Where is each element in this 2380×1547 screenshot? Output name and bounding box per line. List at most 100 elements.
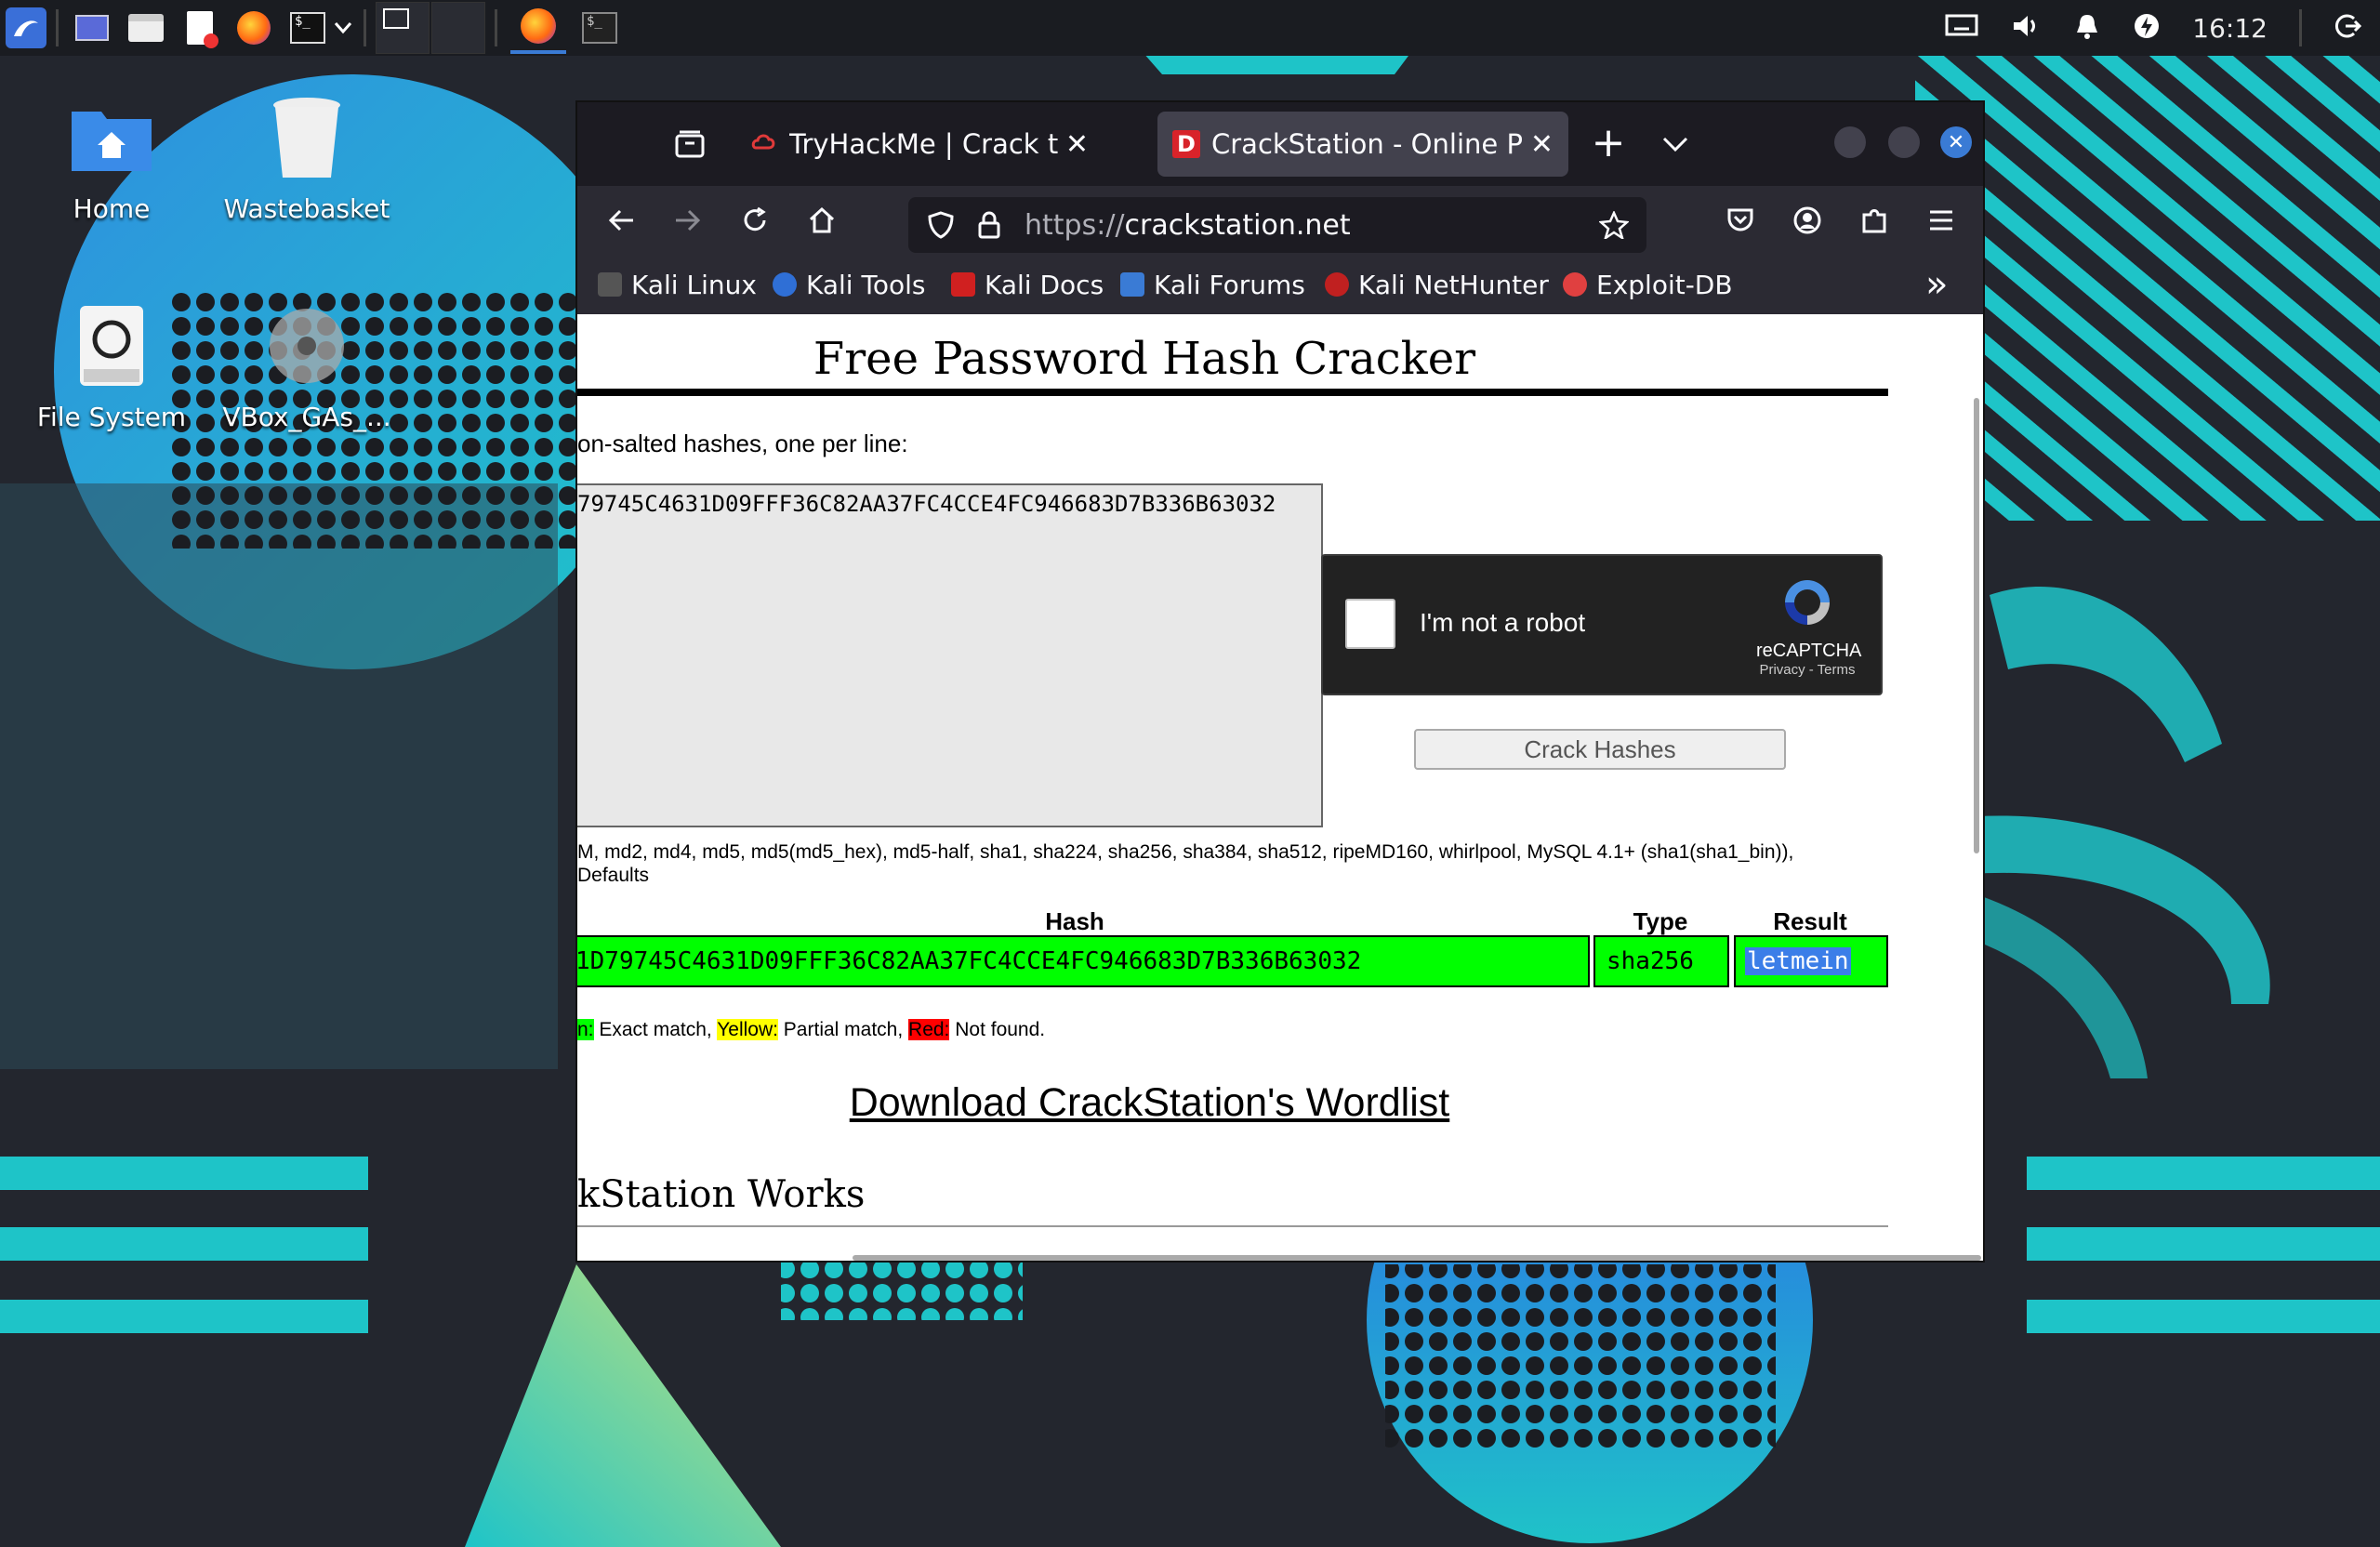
minimize-button[interactable]	[1834, 126, 1866, 158]
extensions-icon[interactable]	[1851, 197, 1897, 244]
desktop-icon-home[interactable]: Home	[19, 93, 205, 224]
exploit-db-icon	[1563, 272, 1587, 297]
bookmarks-overflow-button[interactable]: »	[1925, 263, 1948, 306]
tab-tryhackme[interactable]: TryHackMe | Crack the ha ✕	[735, 112, 1104, 177]
home-folder-icon	[67, 93, 156, 182]
hash-input-textarea[interactable]: 79745C4631D09FFF36C82AA37FC4CCE4FC946683…	[577, 483, 1323, 827]
firefox-running-icon[interactable]	[510, 2, 566, 54]
supported-hashes-line: Defaults	[577, 865, 650, 886]
terminal-running-icon[interactable]: $_	[579, 7, 620, 48]
recaptcha-brand: reCAPTCHA	[1756, 641, 1862, 661]
home-icon[interactable]	[799, 197, 845, 244]
bookmark-kali-nethunter[interactable]: Kali NetHunter	[1325, 270, 1549, 300]
recaptcha-widget: I'm not a robot reCAPTCHA Privacy - Term…	[1321, 554, 1883, 695]
close-window-icon[interactable]: ✕	[1940, 126, 1972, 158]
close-tab-icon[interactable]: ✕	[1530, 128, 1554, 161]
bookmark-star-icon[interactable]	[1591, 202, 1637, 248]
vertical-scrollbar[interactable]	[1974, 398, 1979, 853]
system-tray: 16:12	[1945, 0, 2380, 56]
result-type-cell: sha256	[1593, 935, 1729, 987]
kali-tools-icon	[773, 272, 797, 297]
download-wordlist-link[interactable]: Download CrackStation's Wordlist	[577, 1080, 1722, 1126]
color-legend: n: Exact match, Yellow: Partial match, R…	[577, 1019, 1045, 1041]
desktop-icon-vbox[interactable]: VBox_GAs_...	[214, 301, 400, 432]
legend-red: Red:	[908, 1019, 950, 1040]
drive-icon	[67, 301, 156, 390]
bookmark-label: Kali Docs	[985, 269, 1104, 300]
bookmarks-toolbar: Kali Linux Kali Tools Kali Docs Kali For…	[577, 257, 1983, 312]
tryhackme-icon	[750, 131, 776, 157]
kali-dragon-icon	[598, 272, 622, 297]
close-tab-icon[interactable]: ✕	[1065, 128, 1089, 161]
tab-title: TryHackMe | Crack the ha	[789, 128, 1058, 160]
forward-arrow-icon[interactable]	[665, 197, 711, 244]
chevron-down-icon[interactable]	[332, 7, 354, 48]
title-divider	[577, 389, 1888, 396]
trash-icon	[262, 93, 351, 182]
workspace-2[interactable]	[431, 2, 485, 54]
bookmark-label: Kali Linux	[631, 269, 757, 300]
workspace-1[interactable]	[376, 2, 430, 54]
account-icon[interactable]	[1784, 197, 1831, 244]
firefox-view-icon[interactable]	[667, 121, 713, 167]
bookmark-exploit-db[interactable]: Exploit-DB	[1563, 270, 1733, 300]
supported-hashes-line: M, md2, md4, md5, md5(md5_hex), md5-half…	[577, 841, 1794, 863]
logout-icon[interactable]	[2334, 12, 2362, 44]
horizontal-scrollbar[interactable]	[853, 1255, 1981, 1261]
bookmark-label: Kali NetHunter	[1358, 269, 1549, 300]
kali-forums-icon	[1120, 272, 1144, 297]
maximize-button[interactable]	[1888, 126, 1920, 158]
page-content: Free Password Hash Cracker on-salted has…	[577, 314, 1983, 1261]
bookmark-kali-docs[interactable]: Kali Docs	[951, 270, 1104, 300]
recaptcha-label: I'm not a robot	[1420, 608, 1586, 637]
tracking-shield-icon[interactable]	[918, 202, 964, 248]
display-icon[interactable]	[1945, 12, 1978, 44]
result-password-selected[interactable]: letmein	[1745, 947, 1851, 975]
list-tabs-chevron-down-icon[interactable]	[1652, 121, 1699, 167]
power-status-icon[interactable]	[2133, 12, 2161, 44]
taskbar: $_ $_ 16:12	[0, 0, 2380, 56]
bookmark-label: Exploit-DB	[1596, 269, 1733, 300]
clock[interactable]: 16:12	[2192, 13, 2268, 44]
pocket-icon[interactable]	[1717, 197, 1764, 244]
url-text[interactable]: https://crackstation.net	[1025, 209, 1351, 242]
file-manager-icon[interactable]	[126, 7, 166, 48]
reload-icon[interactable]	[732, 197, 778, 244]
crack-hashes-button[interactable]: Crack Hashes	[1414, 729, 1786, 770]
tab-crackstation[interactable]: D CrackStation - Online Pas ✕	[1157, 112, 1568, 177]
taskbar-separator	[495, 9, 497, 46]
column-header-type: Type	[1633, 907, 1688, 935]
back-arrow-icon[interactable]	[598, 197, 644, 244]
volume-icon[interactable]	[2010, 12, 2042, 44]
recaptcha-links[interactable]: Privacy - Terms	[1756, 662, 1858, 678]
legend-red-text: Not found.	[949, 1019, 1046, 1040]
terminal-icon[interactable]: $_	[287, 7, 328, 48]
column-header-result: Result	[1773, 907, 1847, 935]
desktop-switch-icon[interactable]	[72, 7, 112, 48]
legend-yellow: Yellow:	[717, 1019, 778, 1040]
recaptcha-checkbox[interactable]	[1345, 599, 1395, 649]
lock-icon[interactable]	[966, 202, 1012, 248]
kali-docs-icon	[951, 272, 975, 297]
section-divider	[577, 1225, 1888, 1227]
result-value-cell[interactable]: letmein	[1734, 935, 1888, 987]
disc-icon	[262, 301, 351, 390]
desktop-icon-wastebasket[interactable]: Wastebasket	[214, 93, 400, 224]
notification-bell-icon[interactable]	[2073, 12, 2101, 44]
bookmark-kali-forums[interactable]: Kali Forums	[1120, 270, 1305, 300]
how-it-works-heading: kStation Works	[577, 1173, 866, 1216]
url-bar[interactable]: https://crackstation.net	[908, 197, 1646, 253]
kali-menu-icon[interactable]	[6, 7, 46, 48]
legend-yellow-text: Partial match,	[777, 1019, 909, 1040]
result-hash-cell[interactable]: 1D79745C4631D09FFF36C82AA37FC4CCE4FC9466…	[577, 935, 1590, 987]
bookmark-kali-tools[interactable]: Kali Tools	[773, 270, 925, 300]
bookmark-kali-linux[interactable]: Kali Linux	[598, 270, 757, 300]
desktop-icon-file-system[interactable]: File System	[19, 301, 205, 432]
instructions-text: on-salted hashes, one per line:	[577, 430, 908, 457]
desktop-icon-label: Wastebasket	[223, 193, 390, 224]
firefox-window: TryHackMe | Crack the ha ✕ D CrackStatio…	[575, 100, 1985, 1263]
text-editor-icon[interactable]	[179, 7, 220, 48]
firefox-icon[interactable]	[233, 7, 274, 48]
hamburger-menu-icon[interactable]	[1918, 197, 1964, 244]
new-tab-button[interactable]: +	[1585, 119, 1632, 166]
